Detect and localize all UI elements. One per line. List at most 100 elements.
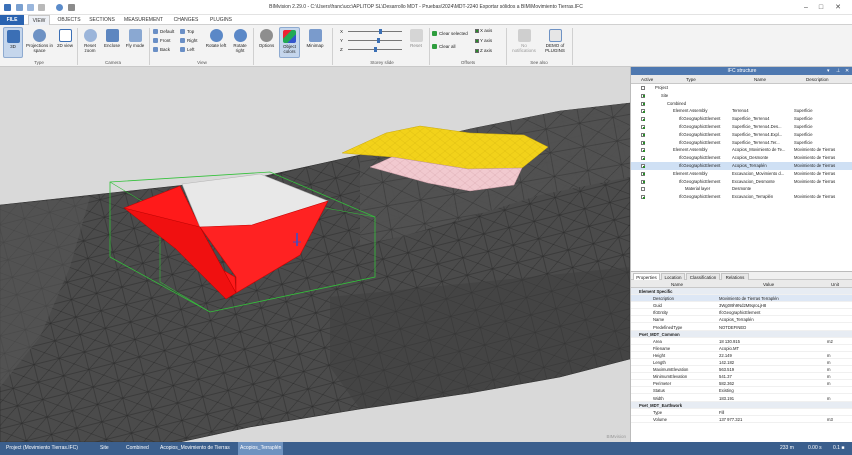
panel-close-icon[interactable]: ✕ bbox=[845, 67, 849, 75]
fly-mode-button[interactable]: Fly mode bbox=[124, 27, 146, 58]
col-prop-name[interactable]: Name bbox=[671, 282, 683, 287]
storey-slider-x-thumb[interactable] bbox=[379, 29, 383, 34]
property-row[interactable]: Perimeter 582.362 m bbox=[631, 380, 852, 388]
tree-row[interactable]: Combined bbox=[631, 100, 852, 108]
property-row[interactable]: Name Acopios_Terraplén bbox=[631, 316, 852, 324]
tree-row[interactable]: IfcGeographicElement Excavacion_Terraplén… bbox=[631, 193, 852, 201]
property-row[interactable]: Status Existing bbox=[631, 387, 852, 395]
storey-slider-z[interactable]: Z bbox=[340, 46, 402, 53]
col-name[interactable]: Name bbox=[754, 77, 766, 82]
tab-measurement[interactable]: MEASUREMENT bbox=[121, 15, 166, 25]
property-section[interactable]: Pset_MDT_Common bbox=[631, 330, 852, 338]
tree-row-checkbox[interactable] bbox=[641, 195, 645, 200]
tree-row[interactable]: Material layer Desmonte bbox=[631, 185, 852, 193]
storey-slider-z-thumb[interactable] bbox=[374, 47, 377, 52]
storey-slider-x[interactable]: X bbox=[340, 28, 402, 35]
property-row[interactable]: Width 183.191 m bbox=[631, 395, 852, 402]
tab-view[interactable]: VIEW bbox=[28, 15, 50, 25]
tree-row[interactable]: Element Assembly Excavacion_Movimiento d.… bbox=[631, 170, 852, 178]
view-front-button[interactable]: Front bbox=[153, 37, 171, 44]
tree-row[interactable]: IfcGeographicElement Superficie_Terreno4.… bbox=[631, 123, 852, 131]
property-row[interactable]: IfcEntity IfcGeographicElement bbox=[631, 309, 852, 317]
property-row[interactable]: Type Fill bbox=[631, 409, 852, 416]
property-row[interactable]: Area 18 130.915 m2 bbox=[631, 338, 852, 345]
reset-zoom-button[interactable]: Reset zoom bbox=[80, 27, 100, 58]
tab-sections[interactable]: SECTIONS bbox=[87, 15, 117, 25]
property-section[interactable]: Pset_MDT_Earthwork bbox=[631, 401, 852, 409]
close-button[interactable]: ✕ bbox=[831, 2, 845, 13]
tab-plugins[interactable]: PLUGINS bbox=[206, 15, 236, 25]
tree-row-checkbox[interactable] bbox=[641, 156, 645, 161]
storey-slider-y-thumb[interactable] bbox=[376, 38, 380, 43]
breadcrumb-item[interactable]: Combined bbox=[124, 442, 151, 455]
breadcrumb-item[interactable]: Acopios_Terraplén bbox=[238, 442, 284, 455]
projections-button[interactable]: Projections in space bbox=[25, 27, 54, 58]
view-left-button[interactable]: Left bbox=[180, 46, 195, 53]
enclose-button[interactable]: Enclose bbox=[102, 27, 122, 58]
view-top-button[interactable]: Top bbox=[180, 28, 194, 35]
tree-row-checkbox[interactable] bbox=[641, 117, 645, 122]
tree-row[interactable]: IfcGeographicElement Acopios_Desmonte Movi… bbox=[631, 154, 852, 162]
property-row[interactable]: Filename Acopio.MT bbox=[631, 345, 852, 352]
col-description[interactable]: Description bbox=[806, 77, 829, 82]
maximize-button[interactable]: □ bbox=[814, 2, 828, 13]
object-colors-button[interactable]: Object colors bbox=[279, 27, 300, 58]
tree-row-checkbox[interactable] bbox=[641, 101, 645, 106]
tree-row-checkbox[interactable] bbox=[641, 148, 645, 153]
col-type[interactable]: Type bbox=[686, 77, 696, 82]
tree-row[interactable]: Site bbox=[631, 92, 852, 100]
property-row[interactable]: Guid 3Wg0I9h9Nd2M9qroLjH8 bbox=[631, 302, 852, 310]
offset-z-axis-checkbox[interactable]: Z axis bbox=[475, 47, 492, 54]
properties-grid[interactable]: Element Specific Description Movimiento de… bbox=[631, 288, 852, 442]
tree-row-checkbox[interactable] bbox=[641, 171, 645, 176]
tree-row[interactable]: Element Assembly Acopios_Movimiento de Te… bbox=[631, 146, 852, 154]
property-row[interactable]: Volume 137 977.321 m3 bbox=[631, 416, 852, 423]
tree-row[interactable]: IfcGeographicElement Superficie_Terreno4 S… bbox=[631, 115, 852, 123]
property-section[interactable]: Element Specific bbox=[631, 288, 852, 296]
storey-slider-y[interactable]: Y bbox=[340, 37, 402, 44]
minimize-button[interactable]: – bbox=[799, 2, 813, 13]
rotate-right-button[interactable]: Rotate right bbox=[229, 27, 251, 58]
tree-row[interactable]: IfcGeographicElement Acopios_Terraplén Mov… bbox=[631, 162, 852, 170]
panel-pin-icon[interactable]: ⊥ bbox=[836, 67, 840, 75]
tree-row[interactable]: IfcGeographicElement Excavacion_Desmonte M… bbox=[631, 178, 852, 186]
tree-row-checkbox[interactable] bbox=[641, 125, 645, 129]
3d-viewport[interactable]: BIMvision bbox=[0, 67, 630, 442]
options-button[interactable]: Options bbox=[256, 27, 277, 58]
tab-objects[interactable]: OBJECTS bbox=[55, 15, 83, 25]
tree-row[interactable]: IfcGeographicElement Superficie_Terreno4.… bbox=[631, 139, 852, 147]
view-default-button[interactable]: Default bbox=[153, 28, 174, 35]
tree-row-checkbox[interactable] bbox=[641, 86, 645, 90]
breadcrumb-item[interactable]: Project (Movimiento Tierras.IFC) bbox=[4, 442, 80, 455]
property-row[interactable]: Length 142.182 m bbox=[631, 359, 852, 367]
tab-file[interactable]: FILE bbox=[0, 15, 24, 25]
tree-row-checkbox[interactable] bbox=[641, 187, 645, 192]
offset-x-axis-checkbox[interactable]: X axis bbox=[475, 27, 492, 34]
tree-row[interactable]: IfcGeographicElement Superficie_Terreno4.… bbox=[631, 131, 852, 139]
demo-plugins-button[interactable]: DEMO of PLUGINS bbox=[542, 27, 568, 58]
notifications-button[interactable]: No notifications bbox=[510, 27, 538, 58]
clear-selected-button[interactable]: Clear selected bbox=[432, 30, 468, 37]
offset-y-axis-checkbox[interactable]: Y axis bbox=[475, 37, 492, 44]
col-prop-value[interactable]: Value bbox=[763, 282, 774, 287]
col-prop-unit[interactable]: Unit bbox=[831, 282, 839, 287]
property-row[interactable]: PredefinedType NOTDEFINED bbox=[631, 324, 852, 331]
panel-dropdown-icon[interactable]: ▾ bbox=[827, 67, 830, 75]
tree-row-checkbox[interactable] bbox=[641, 179, 645, 184]
tree-row-checkbox[interactable] bbox=[641, 140, 645, 145]
tab-changes[interactable]: CHANGES bbox=[170, 15, 202, 25]
tree-row-checkbox[interactable] bbox=[641, 164, 645, 168]
col-active[interactable]: Active bbox=[641, 77, 653, 82]
breadcrumb-item[interactable]: Acopios_Movimiento de Tierras bbox=[158, 442, 232, 455]
ifc-tree[interactable]: Project Site Combined Element Assembly Terre… bbox=[631, 84, 852, 270]
tree-row-checkbox[interactable] bbox=[641, 93, 645, 98]
tree-row-checkbox[interactable] bbox=[641, 132, 645, 137]
property-row[interactable]: MaximumElevation 563.519 m bbox=[631, 366, 852, 374]
tree-row[interactable]: Project bbox=[631, 84, 852, 92]
breadcrumb-item[interactable]: Site bbox=[98, 442, 111, 455]
storey-reset-button[interactable]: Reset bbox=[406, 27, 426, 58]
view-back-button[interactable]: Back bbox=[153, 46, 170, 53]
view-2d-button[interactable]: 2D view bbox=[56, 27, 74, 58]
minimap-button[interactable]: Minimap bbox=[302, 27, 328, 58]
tree-row[interactable]: Element Assembly Terreno4 Superficie bbox=[631, 107, 852, 115]
